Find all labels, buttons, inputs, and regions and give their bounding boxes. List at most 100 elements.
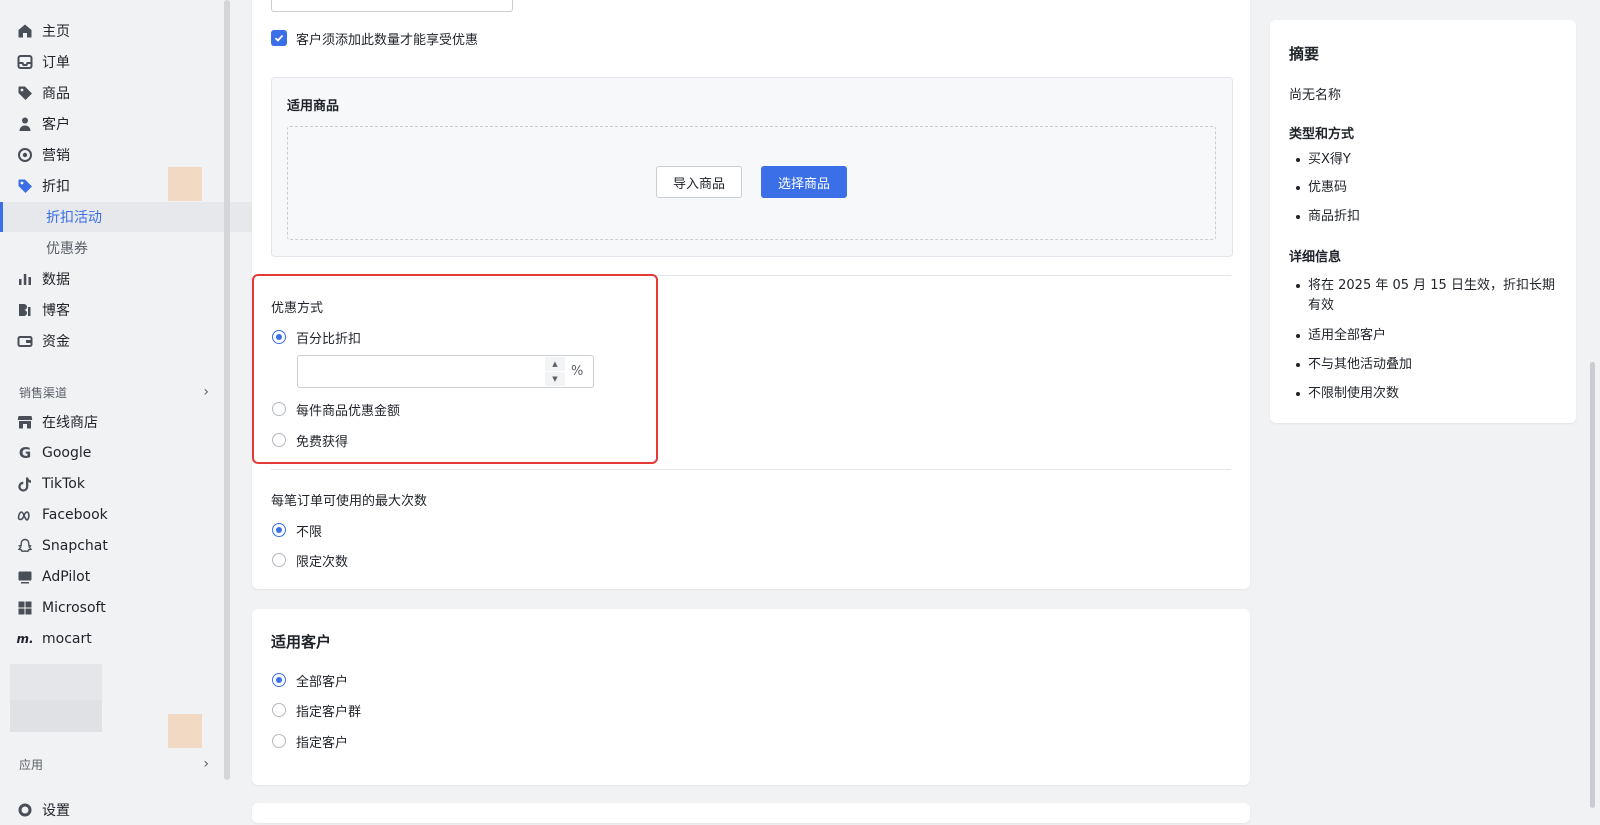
divider (271, 469, 1231, 470)
sidebar-item-orders[interactable]: 订单 (0, 47, 216, 77)
blurred-avatar (168, 167, 202, 201)
discount-method-title: 优惠方式 (271, 301, 324, 316)
chevron-right-icon: › (203, 756, 209, 772)
sidebar-channel-online-store[interactable]: 在线商店 (0, 407, 216, 437)
radio-label: 限定次数 (296, 555, 349, 570)
select-products-button[interactable]: 选择商品 (761, 166, 847, 198)
percent-unit: % (571, 364, 584, 379)
summary-detail-item: 适用全部客户 (1296, 326, 1578, 346)
google-icon: G (18, 444, 32, 462)
sidebar-item-label: 主页 (42, 24, 70, 40)
sidebar-item-label: 折扣活动 (46, 210, 102, 226)
main-scrollbar[interactable] (1590, 362, 1595, 808)
radio-limited[interactable] (272, 553, 286, 567)
group-label: 应用 (19, 757, 44, 772)
chevron-right-icon: › (203, 384, 209, 400)
sidebar-item-label: 博客 (42, 303, 70, 319)
radio-free[interactable] (272, 433, 286, 447)
sidebar-item-marketing[interactable]: 营销 (0, 140, 216, 170)
sidebar-item-label: AdPilot (42, 569, 91, 585)
min-quantity-input[interactable] (271, 0, 513, 12)
sidebar-channel-facebook[interactable]: Facebook (0, 500, 216, 530)
radio-label: 百分比折扣 (296, 332, 362, 347)
customers-title: 适用客户 (271, 633, 332, 651)
radio-unlimited[interactable] (272, 523, 286, 537)
sidebar-item-customers[interactable]: 客户 (0, 109, 216, 139)
sidebar-item-discount-campaigns[interactable]: 折扣活动 (0, 202, 262, 232)
store-icon (17, 414, 33, 430)
radio-label: 指定客户 (296, 736, 349, 751)
min-quantity-checkbox-label: 客户须添加此数量才能享受优惠 (296, 33, 479, 48)
radio-label: 每件商品优惠金额 (296, 404, 401, 419)
radio-fixed-amount[interactable] (272, 402, 286, 416)
radio-specific-customers[interactable] (272, 734, 286, 748)
sidebar-channel-mocart[interactable]: m. mocart (0, 624, 216, 654)
radio-label: 不限 (296, 525, 323, 540)
group-label: 销售渠道 (19, 385, 68, 400)
summary-detail-item: 将在 2025 年 05 月 15 日生效，折扣长期有效 (1296, 276, 1558, 316)
wallet-icon (17, 333, 33, 349)
sidebar-item-label: 数据 (42, 272, 70, 288)
bar-chart-icon (17, 271, 33, 287)
summary-name: 尚无名称 (1289, 88, 1342, 103)
sidebar-item-label: 营销 (42, 148, 70, 164)
sidebar-channel-microsoft[interactable]: Microsoft (0, 593, 216, 623)
home-icon (17, 23, 33, 39)
sidebar-item-label: 订单 (42, 55, 70, 71)
sidebar-item-label: 商品 (42, 86, 70, 102)
min-quantity-checkbox[interactable] (271, 30, 287, 46)
summary-type-item: 商品折扣 (1296, 207, 1578, 227)
meta-icon (17, 507, 33, 523)
sidebar-item-label: Microsoft (42, 600, 106, 616)
sidebar-item-finance[interactable]: 资金 (0, 326, 216, 356)
blog-icon (17, 302, 33, 318)
sidebar-item-settings[interactable]: 设置 (0, 795, 216, 825)
person-icon (17, 116, 33, 132)
radio-percent-discount[interactable] (272, 330, 286, 344)
stepper-up-icon[interactable]: ▲ (545, 357, 565, 371)
check-icon (274, 34, 284, 42)
summary-type-item: 优惠码 (1296, 178, 1578, 198)
applicable-products-title: 适用商品 (287, 99, 340, 114)
radio-customer-segment[interactable] (272, 703, 286, 717)
sidebar-item-label: 客户 (42, 117, 70, 133)
sidebar-item-coupons[interactable]: 优惠券 (0, 233, 262, 263)
stepper-down-icon[interactable]: ▼ (545, 372, 565, 386)
product-dropzone[interactable] (287, 126, 1216, 240)
radio-all-customers[interactable] (272, 673, 286, 687)
sidebar-item-label: 折扣 (42, 179, 70, 195)
summary-detail-title: 详细信息 (1289, 250, 1342, 265)
summary-detail-item: 不限制使用次数 (1296, 384, 1578, 404)
sidebar-scrollbar[interactable] (224, 0, 230, 780)
sidebar-channel-tiktok[interactable]: TikTok (0, 469, 216, 499)
sidebar-item-label: Facebook (42, 507, 108, 523)
sidebar-item-home[interactable]: 主页 (0, 16, 216, 46)
summary-detail-item: 不与其他活动叠加 (1296, 355, 1578, 375)
sidebar-channel-google[interactable]: G Google (0, 438, 216, 468)
sidebar-item-label: 资金 (42, 334, 70, 350)
inbox-icon (17, 54, 33, 70)
sidebar-channel-snapchat[interactable]: Snapchat (0, 531, 216, 561)
sales-channels-group[interactable]: 销售渠道 › (19, 382, 209, 402)
apps-group[interactable]: 应用 › (19, 754, 209, 774)
target-icon (17, 147, 33, 163)
microsoft-icon (17, 600, 33, 616)
discount-tag-icon (17, 178, 33, 194)
blurred-avatar (168, 714, 202, 748)
sidebar-item-label: 设置 (42, 803, 70, 819)
sidebar-item-analytics[interactable]: 数据 (0, 264, 216, 294)
next-card (252, 803, 1250, 823)
radio-label: 免费获得 (296, 435, 349, 450)
sidebar-item-label: Google (42, 445, 92, 461)
sidebar-item-label: mocart (42, 631, 92, 647)
summary-type-item: 买X得Y (1296, 150, 1578, 170)
sidebar-item-blog[interactable]: 博客 (0, 295, 216, 325)
import-products-button[interactable]: 导入商品 (656, 166, 742, 198)
summary-title: 摘要 (1289, 45, 1320, 63)
customers-card (252, 609, 1250, 785)
tag-icon (17, 85, 33, 101)
sidebar-channel-adpilot[interactable]: AdPilot (0, 562, 216, 592)
sidebar-item-products[interactable]: 商品 (0, 78, 216, 108)
summary-type-title: 类型和方式 (1289, 127, 1355, 142)
gear-icon (17, 802, 33, 818)
